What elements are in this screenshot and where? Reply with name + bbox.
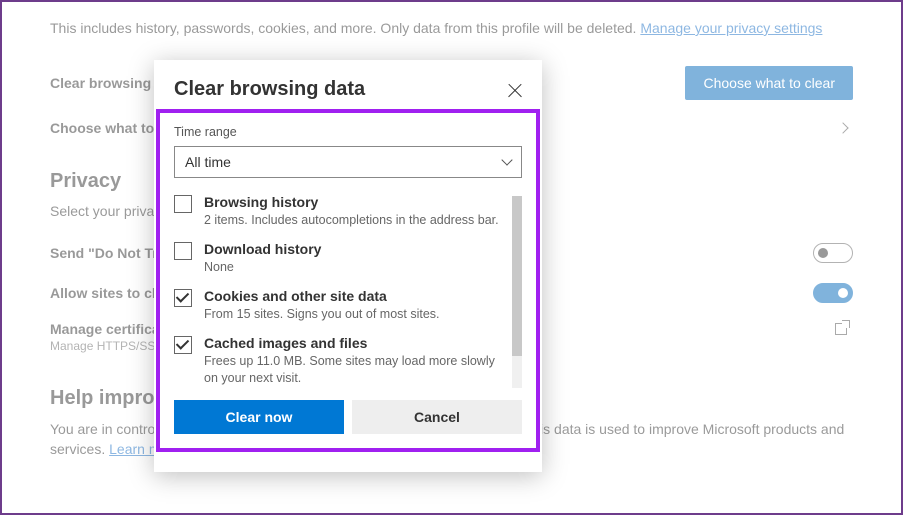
- highlighted-region: Time range All time Browsing history 2 i…: [156, 109, 540, 452]
- dialog-title: Clear browsing data: [174, 78, 365, 101]
- clear-options-list: Browsing history 2 items. Includes autoc…: [174, 194, 522, 390]
- list-item[interactable]: Cookies and other site data From 15 site…: [174, 288, 508, 323]
- chevron-right-icon: [837, 122, 848, 133]
- time-range-label: Time range: [174, 125, 522, 139]
- clear-now-button[interactable]: Clear now: [174, 400, 344, 434]
- scrollbar-thumb[interactable]: [512, 196, 522, 356]
- list-item[interactable]: Browsing history 2 items. Includes autoc…: [174, 194, 508, 229]
- external-link-icon: [835, 321, 849, 335]
- clear-browsing-data-dialog: Clear browsing data Time range All time …: [154, 60, 542, 472]
- dnt-toggle[interactable]: [813, 243, 853, 263]
- option-title: Cookies and other site data: [204, 288, 440, 304]
- option-title: Browsing history: [204, 194, 499, 210]
- scrollbar[interactable]: [512, 196, 522, 388]
- option-title: Download history: [204, 241, 321, 257]
- option-desc: None: [204, 259, 321, 276]
- time-range-value: All time: [185, 154, 231, 170]
- chevron-down-icon: [501, 154, 512, 165]
- checkbox-download-history[interactable]: [174, 242, 192, 260]
- intro-plain: This includes history, passwords, cookie…: [50, 20, 640, 36]
- close-icon[interactable]: [508, 83, 522, 97]
- option-desc: From 15 sites. Signs you out of most sit…: [204, 306, 440, 323]
- checkbox-cached-files[interactable]: [174, 336, 192, 354]
- cancel-button[interactable]: Cancel: [352, 400, 522, 434]
- allow-sites-toggle[interactable]: [813, 283, 853, 303]
- list-item[interactable]: Download history None: [174, 241, 508, 276]
- option-title: Cached images and files: [204, 335, 508, 351]
- manage-privacy-link[interactable]: Manage your privacy settings: [640, 20, 822, 36]
- checkbox-cookies[interactable]: [174, 289, 192, 307]
- option-desc: Frees up 11.0 MB. Some sites may load mo…: [204, 353, 508, 387]
- time-range-select[interactable]: All time: [174, 146, 522, 178]
- intro-text: This includes history, passwords, cookie…: [50, 20, 853, 36]
- option-desc: 2 items. Includes autocompletions in the…: [204, 212, 499, 229]
- choose-what-to-clear-button[interactable]: Choose what to clear: [685, 66, 853, 100]
- checkbox-browsing-history[interactable]: [174, 195, 192, 213]
- list-item[interactable]: Cached images and files Frees up 11.0 MB…: [174, 335, 508, 387]
